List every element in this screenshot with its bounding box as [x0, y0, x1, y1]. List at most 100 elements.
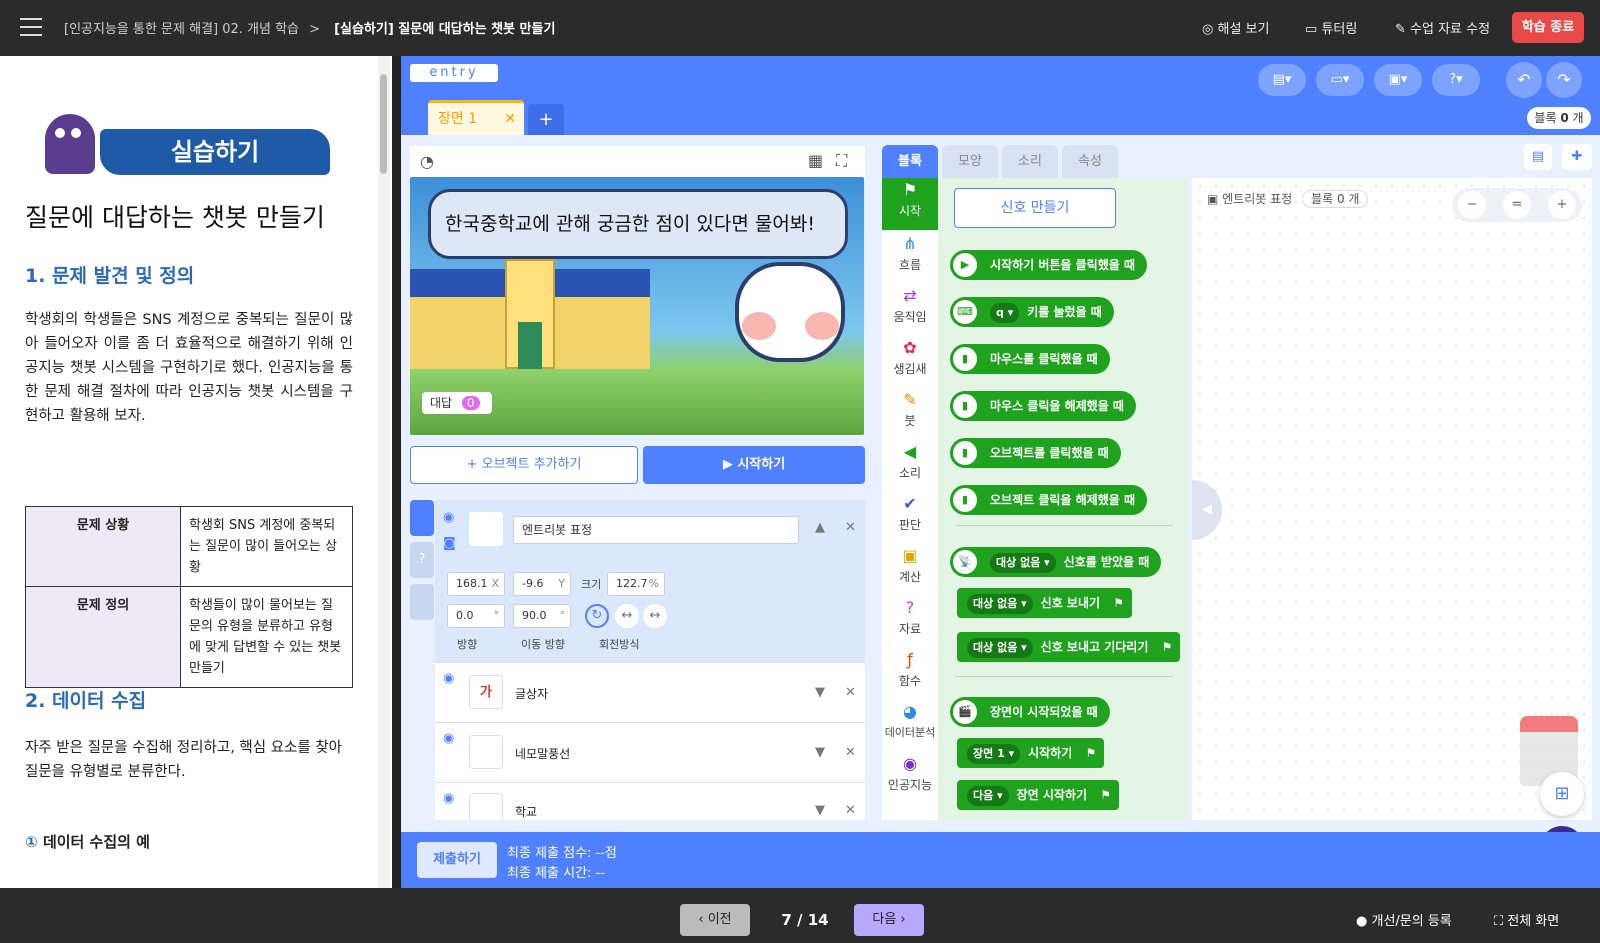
category-start[interactable]: ⚑ 시작 — [882, 178, 938, 230]
expand-icon[interactable]: ▼ — [815, 803, 825, 818]
delete-object-icon[interactable]: ✕ — [845, 520, 856, 535]
rotate-horizontal-icon[interactable]: ↔ — [615, 604, 639, 628]
object-list-item[interactable]: ◉ 가 글상자 ▼ ✕ — [435, 662, 865, 722]
scene-dropdown[interactable]: 장면 1 ▾ — [967, 744, 1021, 764]
delete-object-icon[interactable]: ✕ — [845, 745, 856, 760]
undo-icon[interactable]: ↶ — [1506, 62, 1542, 98]
menu-icon[interactable] — [20, 18, 42, 38]
visibility-icon[interactable]: ◉ — [443, 791, 454, 806]
comment-icon[interactable]: ▤ — [1524, 144, 1552, 170]
rotate-free-icon[interactable]: ↻ — [585, 604, 609, 628]
object-list-item[interactable]: ◉ 학교 ▼ ✕ — [435, 782, 865, 820]
block-when-mouse-clicked[interactable]: ▮ 마우스를 클릭했을 때 — [950, 344, 1110, 374]
visibility-icon[interactable]: ◉ — [443, 510, 454, 525]
object-list-item[interactable]: ◉ 네모말풍선 ▼ ✕ — [435, 722, 865, 782]
category-flow[interactable]: ⋔ 흐름 — [882, 232, 938, 284]
delete-object-icon[interactable]: ✕ — [845, 685, 856, 700]
block-when-object-released[interactable]: ▮ 오브젝트 클릭을 해제했을 때 — [950, 485, 1148, 515]
tab-sounds[interactable]: 소리 — [1002, 145, 1058, 178]
make-signal-button[interactable]: 신호 만들기 — [954, 188, 1116, 228]
speed-icon[interactable]: ◔ — [420, 152, 434, 171]
category-ai[interactable]: ◉ 인공지능 — [882, 752, 938, 806]
tab-shapes[interactable]: 모양 — [942, 145, 998, 178]
zoom-out-icon[interactable]: − — [1458, 191, 1486, 219]
tab-properties[interactable]: 속성 — [1062, 145, 1118, 178]
key-dropdown[interactable]: q ▾ — [990, 303, 1020, 323]
help-tab-icon[interactable]: ? — [410, 542, 434, 578]
block-send-signal[interactable]: 대상 없음 ▾ 신호 보내기 ⚑ — [957, 588, 1133, 618]
block-start-next-scene[interactable]: 다음 ▾ 장면 시작하기 ⚑ — [957, 780, 1120, 810]
y-input[interactable]: -9.6 Y — [513, 572, 571, 596]
add-comment-icon[interactable]: ✚ — [1562, 144, 1592, 170]
block-send-signal-wait[interactable]: 대상 없음 ▾ 신호 보내고 기다리기 ⚑ — [957, 632, 1181, 662]
end-study-button[interactable]: 학습 종료 — [1512, 12, 1584, 43]
file-menu-icon[interactable]: ▭▾ — [1316, 64, 1364, 96]
category-sound[interactable]: ◀ 소리 — [882, 440, 938, 492]
next-button[interactable]: 다음 › — [854, 904, 924, 936]
close-scene-icon[interactable]: ✕ — [504, 103, 516, 135]
category-data-analysis[interactable]: ◕ 데이터분석 — [882, 700, 938, 752]
edit-material-button[interactable]: ✎ 수업 자료 수정 — [1395, 18, 1490, 37]
block-when-signal-received[interactable]: 📡 대상 없음 ▾ 신호를 받았을 때 — [950, 547, 1162, 577]
block-start-scene[interactable]: 장면 1 ▾ 시작하기 ⚑ — [957, 738, 1105, 768]
lock-icon[interactable]: ◙ — [443, 536, 456, 551]
target-dropdown[interactable]: 대상 없음 ▾ — [990, 553, 1056, 573]
fullscreen-button[interactable]: ⛶ 전체 화면 — [1494, 910, 1559, 929]
tutoring-button[interactable]: ▭ 튜터링 — [1305, 18, 1357, 37]
expand-icon[interactable]: ▼ — [815, 685, 825, 700]
scene-tab[interactable]: 장면 1 ✕ — [428, 100, 524, 135]
lesson-scrollbar[interactable] — [378, 56, 390, 888]
delete-object-icon[interactable]: ✕ — [845, 803, 856, 818]
redo-icon[interactable]: ↷ — [1546, 62, 1582, 98]
visibility-icon[interactable]: ◉ — [443, 731, 454, 746]
next-dropdown[interactable]: 다음 ▾ — [967, 786, 1009, 806]
check-icon: ✔ — [903, 494, 917, 513]
stage-canvas[interactable]: 한국중학교에 관해 궁금한 점이 있다면 물어봐! 대답 0 — [410, 177, 864, 435]
mode-toggle-icon[interactable]: ▤▾ — [1258, 64, 1306, 96]
start-button[interactable]: ▶ 시작하기 — [643, 446, 865, 484]
apps-icon[interactable]: ⊞ — [1540, 772, 1584, 816]
block-when-mouse-released[interactable]: ▮ 마우스 클릭을 해제했을 때 — [950, 391, 1136, 421]
zoom-in-icon[interactable]: + — [1548, 191, 1576, 219]
object-tab-icon[interactable] — [410, 500, 434, 536]
move-direction-input[interactable]: 90.0 ° — [513, 604, 571, 628]
category-data[interactable]: ? 자료 — [882, 596, 938, 648]
rotate-none-icon[interactable]: ↔ — [643, 604, 667, 628]
category-brush[interactable]: ✎ 붓 — [882, 388, 938, 440]
tab-blocks[interactable]: 블록 — [882, 145, 938, 178]
help-icon[interactable]: ?▾ — [1432, 64, 1480, 96]
add-object-button[interactable]: + 오브젝트 추가하기 — [410, 446, 638, 484]
collapse-icon[interactable]: ▲ — [815, 520, 825, 535]
block-when-object-clicked[interactable]: ▮ 오브젝트를 클릭했을 때 — [950, 438, 1121, 468]
save-icon[interactable]: ▣▾ — [1374, 64, 1422, 96]
console-tab-icon[interactable] — [410, 584, 434, 620]
object-name-input[interactable]: 엔트리봇 표정 — [513, 516, 799, 544]
entrybot-face[interactable] — [735, 262, 845, 362]
prev-button[interactable]: ‹ 이전 — [680, 904, 750, 936]
feedback-button[interactable]: ● 개선/문의 등록 — [1356, 910, 1452, 929]
direction-input[interactable]: 0.0 ° — [447, 604, 505, 628]
fullscreen-icon[interactable]: ⛶ — [836, 151, 847, 171]
breadcrumb-parent[interactable]: [인공지능을 통한 문제 해결] 02. 개념 학습 — [64, 22, 299, 37]
visibility-icon[interactable]: ◉ — [443, 671, 454, 686]
add-scene-button[interactable]: + — [528, 104, 564, 135]
target-dropdown[interactable]: 대상 없음 ▾ — [967, 594, 1033, 614]
category-motion[interactable]: ⇄ 움직임 — [882, 284, 938, 336]
expand-icon[interactable]: ▼ — [815, 745, 825, 760]
scrollbar-thumb[interactable] — [380, 74, 387, 174]
block-when-scene-starts[interactable]: 🎬 장면이 시작되었을 때 — [950, 697, 1110, 727]
category-calc[interactable]: ▣ 계산 — [882, 544, 938, 596]
chat-icon: ▭ — [1305, 22, 1318, 37]
block-when-key-pressed[interactable]: ⌨ q ▾ 키를 눌렀을 때 — [950, 297, 1114, 327]
size-input[interactable]: 122.7% — [607, 572, 665, 596]
grid-icon[interactable]: ▦ — [808, 151, 823, 170]
category-judge[interactable]: ✔ 판단 — [882, 492, 938, 544]
category-function[interactable]: ƒ 함수 — [882, 648, 938, 700]
solution-button[interactable]: ◎ 해설 보기 — [1202, 18, 1269, 37]
x-input[interactable]: 168.1 X — [447, 572, 505, 596]
submit-button[interactable]: 제출하기 — [417, 842, 497, 878]
zoom-reset-icon[interactable]: = — [1503, 191, 1531, 219]
block-when-start-clicked[interactable]: ▶ 시작하기 버튼을 클릭했을 때 — [950, 250, 1148, 280]
target-dropdown[interactable]: 대상 없음 ▾ — [967, 638, 1033, 658]
category-looks[interactable]: ✿ 생김새 — [882, 336, 938, 388]
